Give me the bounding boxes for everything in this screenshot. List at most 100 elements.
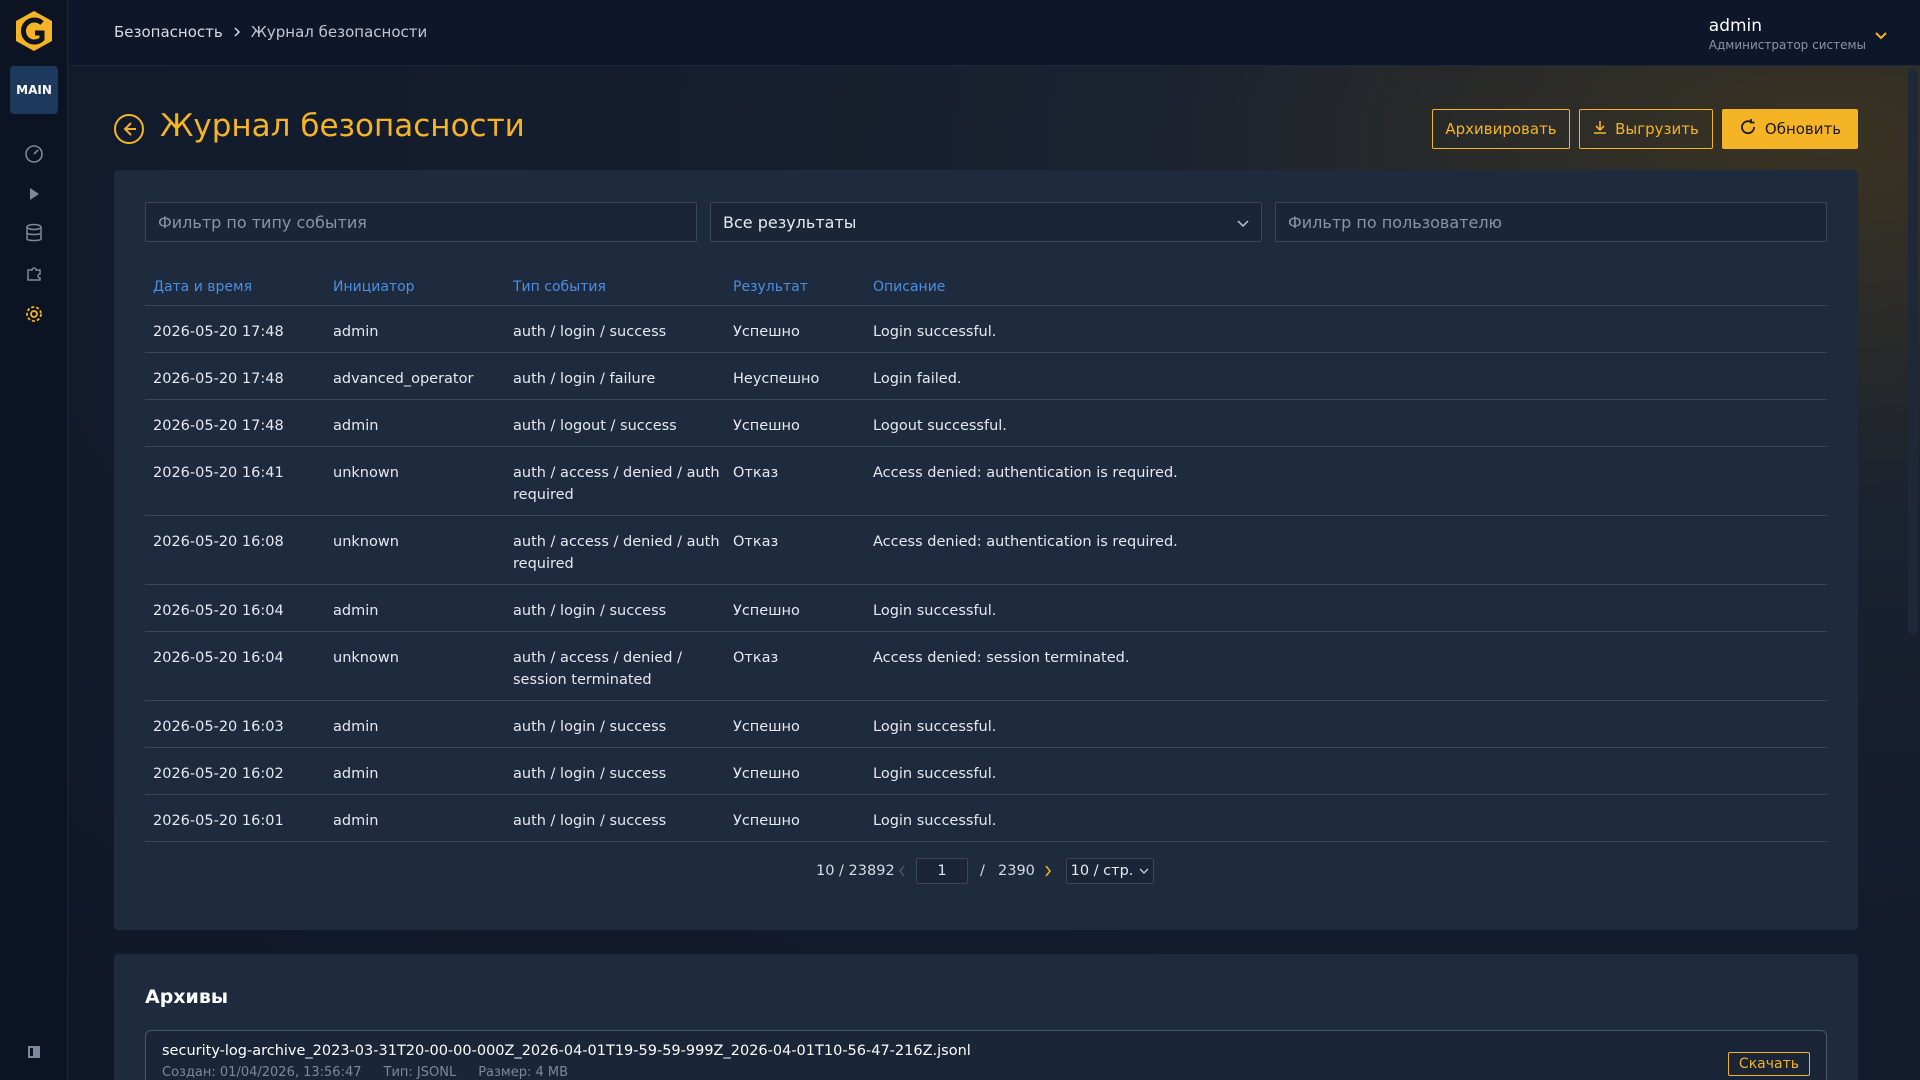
user-menu[interactable]: admin Администратор системы (1709, 16, 1866, 52)
cell-initiator: unknown (333, 465, 399, 481)
gear-icon[interactable] (22, 302, 46, 326)
cell-initiator: admin (333, 719, 379, 735)
result-filter-value: Все результаты (723, 212, 857, 232)
table-row[interactable]: 2026-05-20 16:08 unknown auth / access /… (145, 516, 1827, 585)
cell-result: Успешно (733, 418, 800, 434)
cell-initiator: admin (333, 324, 379, 340)
cell-datetime: 2026-05-20 16:02 (153, 766, 284, 782)
event-type-filter-placeholder: Фильтр по типу события (158, 212, 367, 232)
cell-result: Успешно (733, 324, 800, 340)
breadcrumb-current: Журнал безопасности (250, 23, 428, 41)
cell-description: Login successful. (873, 719, 997, 735)
table-row[interactable]: 2026-05-20 16:03 admin auth / login / su… (145, 701, 1827, 748)
export-button[interactable]: Выгрузить (1579, 109, 1713, 149)
cell-initiator: admin (333, 766, 379, 782)
dashboard-icon[interactable] (22, 142, 46, 166)
cell-result: Успешно (733, 766, 800, 782)
sidebar: MAIN (0, 0, 68, 1080)
play-icon[interactable] (22, 182, 46, 206)
archive-file-name: security-log-archive_2023-03-31T20-00-00… (162, 1043, 971, 1059)
main-workspace-badge[interactable]: MAIN (10, 66, 58, 114)
column-header-initiator[interactable]: Инициатор (333, 279, 415, 295)
cell-event-type: auth / login / success (513, 766, 667, 782)
cell-datetime: 2026-05-20 16:03 (153, 719, 284, 735)
column-header-datetime[interactable]: Дата и время (153, 279, 252, 295)
chevron-right-icon[interactable] (1044, 858, 1052, 884)
table-row[interactable]: 2026-05-20 17:48 admin auth / login / su… (145, 306, 1827, 353)
cell-description: Access denied: authentication is require… (873, 465, 1178, 481)
table-row[interactable]: 2026-05-20 16:04 admin auth / login / su… (145, 585, 1827, 632)
cell-description: Login failed. (873, 371, 962, 387)
table-row[interactable]: 2026-05-20 16:41 unknown auth / access /… (145, 447, 1827, 516)
archive-button-label: Архивировать (1445, 120, 1557, 138)
cell-event-type: auth / access / denied / session termina… (513, 650, 682, 688)
back-arrow-icon[interactable] (113, 113, 145, 145)
download-icon (1593, 120, 1607, 138)
table-row[interactable]: 2026-05-20 17:48 advanced_operator auth … (145, 353, 1827, 400)
breadcrumb: Безопасность Журнал безопасности (114, 23, 427, 41)
cell-initiator: admin (333, 603, 379, 619)
page-scrollbar[interactable] (1908, 68, 1918, 634)
cell-description: Login successful. (873, 603, 997, 619)
chevron-down-icon (1237, 213, 1249, 232)
cell-description: Access denied: session terminated. (873, 650, 1130, 666)
top-bar: Безопасность Журнал безопасности admin А… (68, 0, 1920, 66)
cell-result: Успешно (733, 813, 800, 829)
archive-size: Размер: 4 MB (478, 1065, 569, 1080)
cell-datetime: 2026-05-20 17:48 (153, 371, 284, 387)
column-header-event-type[interactable]: Тип события (513, 279, 723, 295)
column-header-description[interactable]: Описание (873, 279, 945, 295)
cell-event-type: auth / login / success (513, 719, 667, 735)
user-name: admin (1708, 16, 1763, 36)
event-type-filter-input[interactable]: Фильтр по типу события (145, 202, 697, 242)
cell-event-type: auth / login / success (513, 324, 667, 340)
user-filter-input[interactable]: Фильтр по пользователю (1275, 202, 1827, 242)
table-row[interactable]: 2026-05-20 17:48 admin auth / logout / s… (145, 400, 1827, 447)
cell-result: Неуспешно (733, 371, 820, 387)
cell-initiator: admin (333, 418, 379, 434)
cell-initiator: advanced_operator (333, 371, 474, 387)
table-header: Дата и время Инициатор Тип события Резул… (145, 270, 1827, 306)
archive-meta: Создан: 01/04/2026, 13:56:47 Тип: JSONL … (162, 1065, 568, 1080)
security-log-panel: Фильтр по типу события Все результаты Фи… (114, 170, 1858, 930)
refresh-icon (1739, 118, 1757, 140)
breadcrumb-parent-link[interactable]: Безопасность (114, 23, 223, 41)
cell-datetime: 2026-05-20 16:04 (153, 650, 284, 666)
page-size-select[interactable]: 10 / стр. (1066, 858, 1154, 884)
cell-description: Access denied: authentication is require… (873, 534, 1178, 550)
cell-initiator: unknown (333, 650, 399, 666)
cell-result: Успешно (733, 603, 800, 619)
chevron-down-icon[interactable] (1874, 26, 1888, 45)
pagination-separator: / (980, 863, 985, 879)
app-logo[interactable] (12, 9, 56, 53)
cell-datetime: 2026-05-20 16:01 (153, 813, 284, 829)
refresh-button[interactable]: Обновить (1722, 109, 1858, 149)
cell-initiator: admin (333, 813, 379, 829)
page-number-input[interactable]: 1 (916, 858, 968, 884)
table-row[interactable]: 2026-05-20 16:04 unknown auth / access /… (145, 632, 1827, 701)
cell-result: Отказ (733, 534, 779, 550)
puzzle-icon[interactable] (22, 261, 46, 285)
column-header-result[interactable]: Результат (733, 279, 808, 295)
user-filter-placeholder: Фильтр по пользователю (1288, 212, 1503, 232)
cell-datetime: 2026-05-20 16:08 (153, 534, 284, 550)
cell-event-type: auth / login / success (513, 603, 667, 619)
cell-initiator: unknown (333, 534, 399, 550)
result-filter-select[interactable]: Все результаты (710, 202, 1262, 242)
archive-type: Тип: JSONL (383, 1065, 457, 1080)
download-archive-button[interactable]: Скачать (1727, 1052, 1810, 1076)
collapse-sidebar-icon[interactable] (22, 1040, 46, 1064)
cell-datetime: 2026-05-20 16:04 (153, 603, 284, 619)
database-icon[interactable] (22, 221, 46, 245)
cell-datetime: 2026-05-20 17:48 (153, 324, 284, 340)
chevron-right-icon (233, 23, 241, 41)
cell-description: Login successful. (873, 813, 997, 829)
page-size-value: 10 / стр. (1070, 863, 1134, 879)
table-row[interactable]: 2026-05-20 16:02 admin auth / login / su… (145, 748, 1827, 795)
export-button-label: Выгрузить (1615, 120, 1699, 138)
chevron-left-icon[interactable] (898, 858, 906, 884)
archives-panel: Архивы security-log-archive_2023-03-31T2… (114, 954, 1858, 1080)
cell-event-type: auth / login / failure (513, 371, 656, 387)
archive-button[interactable]: Архивировать (1432, 109, 1570, 149)
table-row[interactable]: 2026-05-20 16:01 admin auth / login / su… (145, 795, 1827, 842)
